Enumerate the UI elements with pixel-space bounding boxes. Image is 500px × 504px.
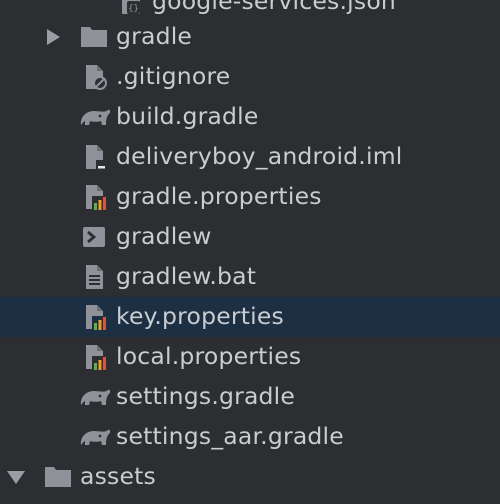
properties-file-icon <box>83 303 109 330</box>
tree-item-gradle-properties[interactable]: gradle.properties <box>0 177 500 217</box>
tree-item-key-properties[interactable]: key.properties <box>0 297 500 337</box>
tree-item-settings-gradle[interactable]: settings.gradle <box>0 377 500 417</box>
tree-item-label: build.gradle <box>116 102 259 130</box>
tree-item-label: local.properties <box>116 342 302 370</box>
tree-item-gradlew[interactable]: gradlew <box>0 217 500 257</box>
tree-item-label: settings.gradle <box>116 382 296 410</box>
expand-arrow-icon[interactable] <box>44 27 64 47</box>
tree-item-label: assets <box>80 462 157 490</box>
shell-script-icon <box>82 226 108 252</box>
tree-item-label: gradle.properties <box>116 182 322 210</box>
tree-item-label: settings_aar.gradle <box>116 422 344 450</box>
tree-item-settings-aar-gradle[interactable]: settings_aar.gradle <box>0 417 500 457</box>
tree-item-assets-folder[interactable]: assets <box>0 457 500 504</box>
json-file-icon: {} <box>118 0 144 16</box>
folder-icon <box>44 464 71 490</box>
tree-item-label: gradle <box>116 22 193 50</box>
folder-icon <box>80 24 107 50</box>
gradle-elephant-icon <box>78 105 112 131</box>
properties-file-icon <box>83 343 109 370</box>
tree-item-gradle-folder[interactable]: gradle <box>0 17 500 57</box>
iml-module-file-icon <box>83 143 109 170</box>
tree-item-label: .gitignore <box>116 62 231 90</box>
properties-file-icon <box>83 183 109 210</box>
project-tree: {} google-services.json gradle .gitignor… <box>0 0 500 504</box>
tree-item-deliveryboy-android-iml[interactable]: deliveryboy_android.iml <box>0 137 500 177</box>
tree-item-gradlew-bat[interactable]: gradlew.bat <box>0 257 500 297</box>
collapse-arrow-icon[interactable] <box>6 467 26 487</box>
text-file-icon <box>83 263 109 289</box>
gradle-elephant-icon <box>78 425 112 451</box>
tree-item-gitignore[interactable]: .gitignore <box>0 57 500 97</box>
gradle-elephant-icon <box>78 385 112 411</box>
tree-item-label: deliveryboy_android.iml <box>116 142 403 170</box>
tree-item-local-properties[interactable]: local.properties <box>0 337 500 377</box>
tree-item-build-gradle[interactable]: build.gradle <box>0 97 500 137</box>
tree-item-label: google-services.json <box>152 0 396 15</box>
tree-item-label: key.properties <box>116 302 284 330</box>
tree-item-label: gradlew.bat <box>116 262 257 290</box>
tree-item-label: gradlew <box>116 222 212 250</box>
svg-text:{}: {} <box>128 4 139 14</box>
ignore-file-icon <box>83 63 109 90</box>
